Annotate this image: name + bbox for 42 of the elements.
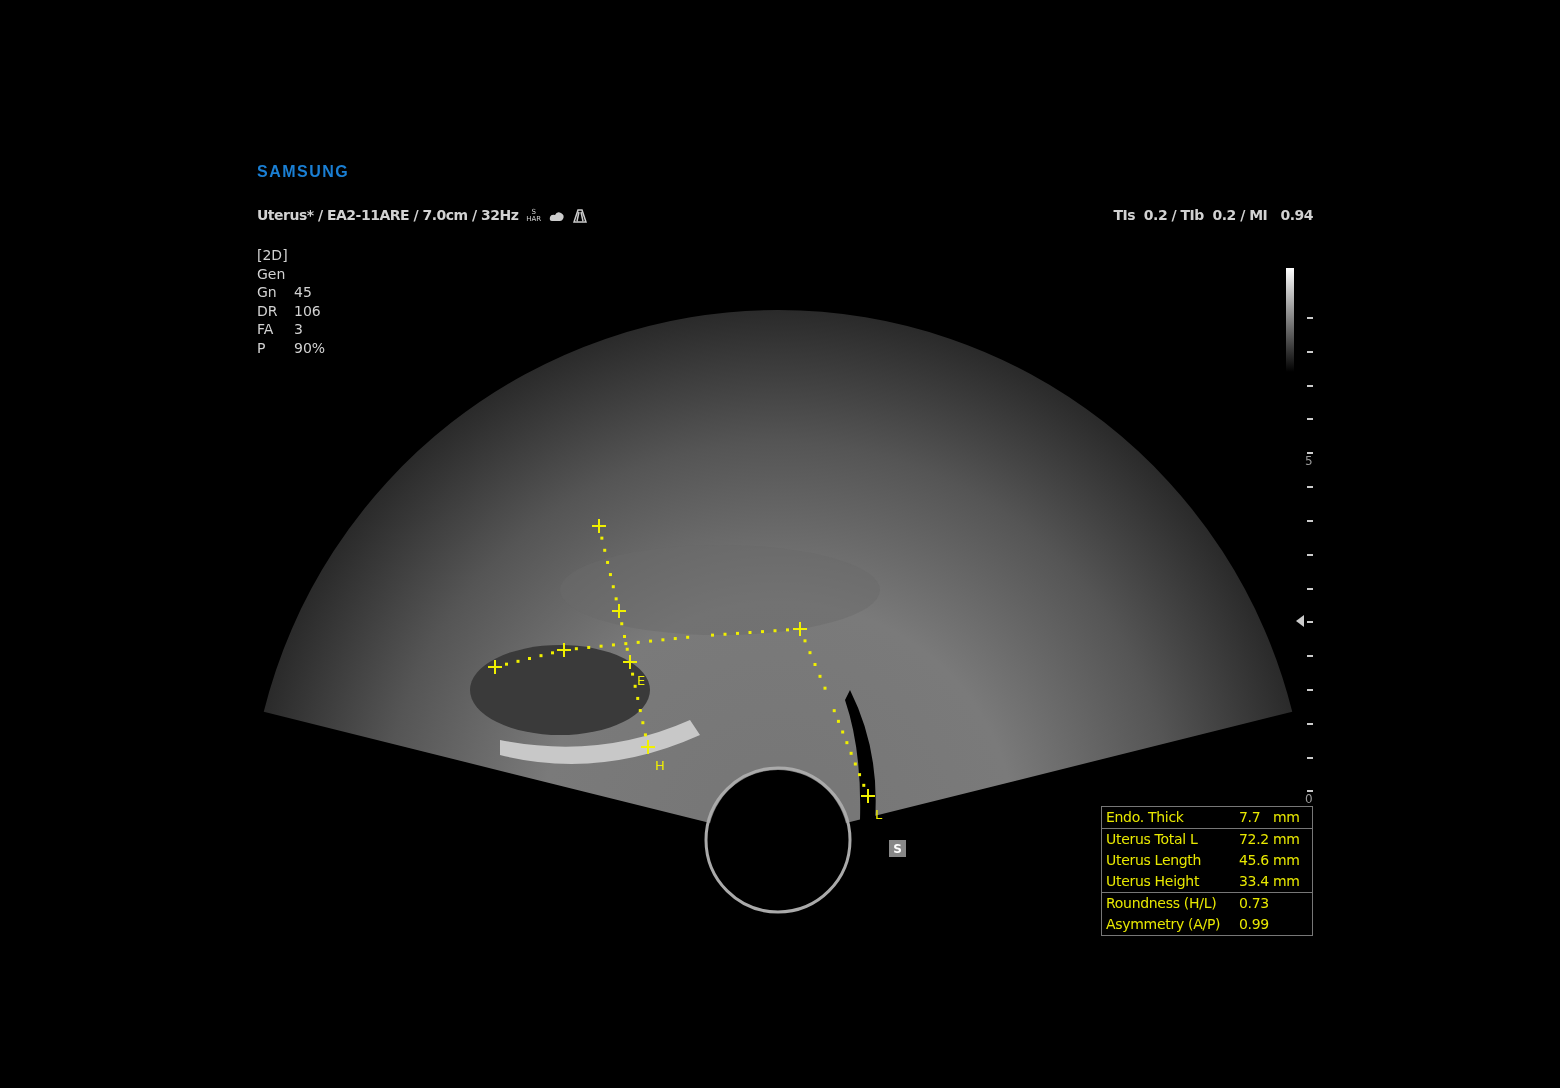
measurement-unit: mm <box>1273 872 1300 891</box>
param-value: 106 <box>294 301 321 320</box>
param-label: P <box>257 338 267 357</box>
param-value: 90% <box>294 338 326 357</box>
preset-label: Gen <box>257 264 286 283</box>
param-value: 45 <box>294 283 312 302</box>
mode-label: [2D] <box>257 246 288 265</box>
depth-label: 0 <box>1305 792 1313 806</box>
measurement-value: 45.6 <box>1239 851 1270 870</box>
caliper-cross-icon[interactable] <box>622 654 638 670</box>
probe-icon <box>573 208 588 223</box>
caliper-cross-icon[interactable] <box>487 659 503 675</box>
param-label: Gn <box>257 283 278 302</box>
measurement-name: Uterus Length <box>1106 851 1203 870</box>
measurement-value: 33.4 <box>1239 872 1270 891</box>
orientation-marker: S <box>889 840 906 857</box>
measurement-unit: mm <box>1273 808 1300 827</box>
caliper-label: E <box>637 673 646 688</box>
caliper-label: H <box>655 758 665 773</box>
measurement-name: Uterus Total L <box>1106 830 1199 849</box>
measurement-value: 72.2 <box>1239 830 1270 849</box>
measurement-value: 7.7 <box>1239 808 1262 827</box>
param-value: 3 <box>294 320 303 339</box>
brand-logo: SAMSUNG <box>257 162 350 182</box>
depth-label: 5 <box>1305 454 1313 468</box>
measurement-unit: mm <box>1273 830 1300 849</box>
caliper-label: L <box>875 807 883 822</box>
caliper-cross-icon[interactable] <box>556 642 572 658</box>
measurement-name: Roundness (H/L) <box>1106 894 1218 913</box>
safety-indices: TIs 0.2 / TIb 0.2 / MI 0.94 <box>1113 206 1313 225</box>
measurement-name: Endo. Thick <box>1106 808 1185 827</box>
measurement-value: 0.73 <box>1239 894 1270 913</box>
measurement-unit: mm <box>1273 851 1300 870</box>
measurement-value: 0.99 <box>1239 915 1270 934</box>
cloud-icon <box>549 209 566 222</box>
param-label: DR <box>257 301 279 320</box>
caliper-cross-icon[interactable] <box>860 788 876 804</box>
param-label: FA <box>257 320 275 339</box>
preset-info: Uterus* / EA2-11ARE / 7.0cm / 32Hz <box>257 206 519 225</box>
measurement-name: Uterus Height <box>1106 872 1201 891</box>
focus-marker-icon <box>1296 615 1304 627</box>
measurement-name: Asymmetry (A/P) <box>1106 915 1222 934</box>
